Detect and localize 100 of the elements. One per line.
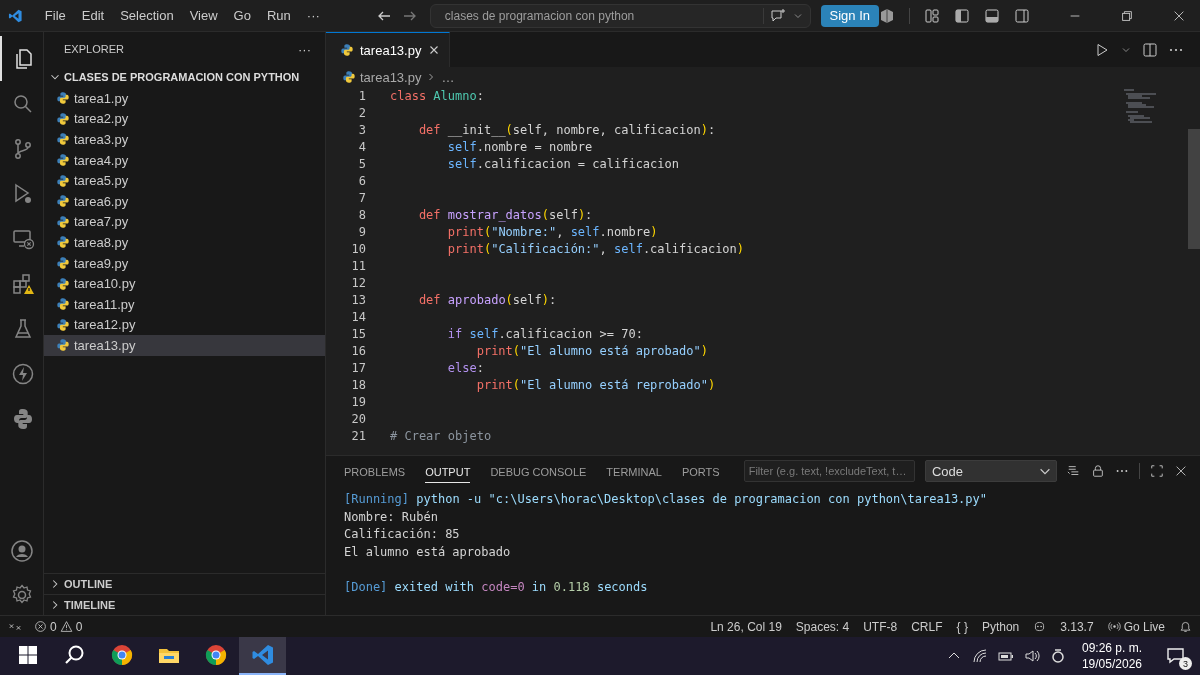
chat-sparkle-icon[interactable]: [769, 7, 786, 24]
line-number: 11: [350, 258, 366, 273]
breadcrumb-item[interactable]: tarea13.py: [360, 69, 422, 85]
folder-header[interactable]: CLASES DE PROGRAMACION CON PYTHON: [44, 66, 325, 88]
browser-icon[interactable]: [203, 643, 228, 667]
python-file-icon: [56, 317, 70, 332]
python-file-icon: [56, 256, 70, 271]
line-number: 20: [350, 411, 366, 426]
code-line: def mostrar_datos(self):: [417, 207, 593, 222]
explorer-entry[interactable]: tarea13.py: [44, 335, 325, 356]
line-number: 13: [350, 292, 366, 307]
code-line: def __init__(self, nombre, calificacion):: [417, 122, 716, 137]
extensions-icon[interactable]: [10, 271, 35, 296]
file-name: tarea2.py: [74, 111, 129, 127]
section-title: TIMELINE: [64, 599, 116, 611]
explorer-entry[interactable]: tarea3.py: [44, 129, 325, 150]
explorer-entry[interactable]: tarea6.py: [44, 190, 325, 212]
menu-item[interactable]: View: [181, 5, 226, 26]
code-line: class Alumno:: [390, 88, 484, 103]
explorer-entry[interactable]: tarea10.py: [44, 273, 325, 294]
sign-in-button[interactable]: Sign In: [820, 4, 879, 27]
status-item[interactable]: Python: [981, 619, 1020, 634]
panel-tab[interactable]: PROBLEMS: [344, 459, 406, 483]
line-number: 6: [357, 173, 366, 188]
clock[interactable]: 09:26 p. m. 19/05/2026: [1081, 640, 1142, 672]
explorer-entry[interactable]: tarea2.py: [44, 108, 325, 130]
explorer-entry[interactable]: tarea9.py: [44, 252, 325, 274]
status-item[interactable]: Ln 26, Col 19: [710, 619, 782, 634]
toggle-panel-icon[interactable]: [984, 7, 1000, 24]
account-icon[interactable]: [9, 539, 34, 563]
file-name: tarea1.py: [74, 90, 129, 106]
python-file-icon: [342, 70, 356, 84]
maximize-panel-icon[interactable]: [1150, 463, 1165, 479]
explorer-entry[interactable]: tarea11.py: [44, 293, 325, 315]
clock-date: 19/05/2026: [1081, 656, 1142, 672]
explorer-entry[interactable]: tarea12.py: [44, 314, 325, 336]
menu-item[interactable]: ···: [298, 5, 328, 26]
go-live-button[interactable]: Go Live: [1107, 619, 1165, 634]
message-icon: [1166, 646, 1186, 666]
bell-icon[interactable]: [1179, 620, 1192, 633]
notifications-button[interactable]: 3: [1162, 642, 1190, 670]
explorer-entry[interactable]: tarea5.py: [44, 170, 325, 191]
filter-field[interactable]: Filter (e.g. text, !excludeText, t…: [743, 460, 915, 482]
command-center-search[interactable]: clases de programacion con python: [429, 3, 811, 28]
volume-icon[interactable]: [1023, 648, 1040, 664]
section-header[interactable]: OUTLINE: [44, 573, 325, 594]
line-number: 3: [357, 122, 366, 137]
scrollbar-thumb[interactable]: [1188, 129, 1200, 249]
run-icon[interactable]: [1094, 41, 1110, 58]
python-file-icon: [56, 235, 70, 250]
line-number: 16: [350, 343, 366, 358]
status-item[interactable]: CRLF: [911, 619, 943, 634]
split-editor-icon[interactable]: [1142, 41, 1158, 58]
lock-icon[interactable]: [1091, 463, 1106, 479]
sync-icon[interactable]: [1049, 648, 1066, 664]
output-channel-dropdown[interactable]: Code: [924, 460, 1058, 482]
browser-icon[interactable]: [109, 643, 134, 667]
line-number: 8: [357, 207, 366, 222]
cube-icon[interactable]: [879, 7, 895, 24]
code-line: else:: [446, 360, 484, 375]
menu-item[interactable]: File: [36, 5, 74, 26]
panel-tab[interactable]: TERMINAL: [606, 459, 662, 483]
file-name: tarea8.py: [74, 234, 129, 250]
toggle-sidebar-icon[interactable]: [954, 7, 970, 24]
status-item[interactable]: 3.13.7: [1060, 619, 1094, 634]
vscode-icon[interactable]: [250, 643, 275, 667]
status-item[interactable]: { }: [956, 619, 968, 634]
panel-tab[interactable]: OUTPUT: [425, 459, 471, 483]
menu-item[interactable]: Go: [225, 5, 259, 26]
menu-item[interactable]: Run: [258, 5, 299, 26]
problems-status[interactable]: 0 0: [34, 619, 83, 634]
python-file-icon: [56, 132, 70, 147]
code-line: print("El alumno está aprobado"): [475, 343, 708, 358]
explorer-entry[interactable]: tarea1.py: [44, 88, 325, 109]
status-item[interactable]: Spaces: 4: [795, 619, 850, 634]
breadcrumb-item[interactable]: …: [441, 69, 455, 85]
output-line: [Done] exited with code=0 in 0.118 seconds: [344, 580, 649, 597]
layout-icon[interactable]: [924, 7, 940, 24]
toggle-secondary-sidebar-icon[interactable]: [1014, 7, 1030, 24]
explorer-entry[interactable]: tarea4.py: [44, 149, 325, 171]
explorer-entry[interactable]: tarea7.py: [44, 211, 325, 233]
file-name: tarea7.py: [74, 214, 129, 230]
file-name: tarea4.py: [74, 152, 129, 168]
menu-item[interactable]: Edit: [73, 5, 113, 26]
panel-tab[interactable]: PORTS: [681, 459, 720, 483]
wifi-icon[interactable]: [971, 648, 988, 664]
panel-tab[interactable]: DEBUG CONSOLE: [490, 459, 587, 483]
restore-icon[interactable]: [1120, 8, 1134, 23]
line-number: 19: [350, 394, 366, 409]
more-actions-button[interactable]: ···: [298, 41, 311, 57]
lightning-icon[interactable]: [10, 361, 35, 386]
file-name: tarea13.py: [74, 337, 136, 353]
editor-tab[interactable]: tarea13.py: [326, 32, 451, 67]
code-line: self.calificacion = calificacion: [446, 156, 679, 171]
output-line: Nombre: Rubén: [344, 509, 439, 526]
explorer-title: EXPLORER: [64, 43, 124, 55]
status-item[interactable]: UTF-8: [863, 619, 898, 634]
menu-item[interactable]: Selection: [112, 5, 182, 26]
explorer-entry[interactable]: tarea8.py: [44, 232, 325, 253]
code-line: print("El alumno está reprobado"): [475, 377, 716, 392]
